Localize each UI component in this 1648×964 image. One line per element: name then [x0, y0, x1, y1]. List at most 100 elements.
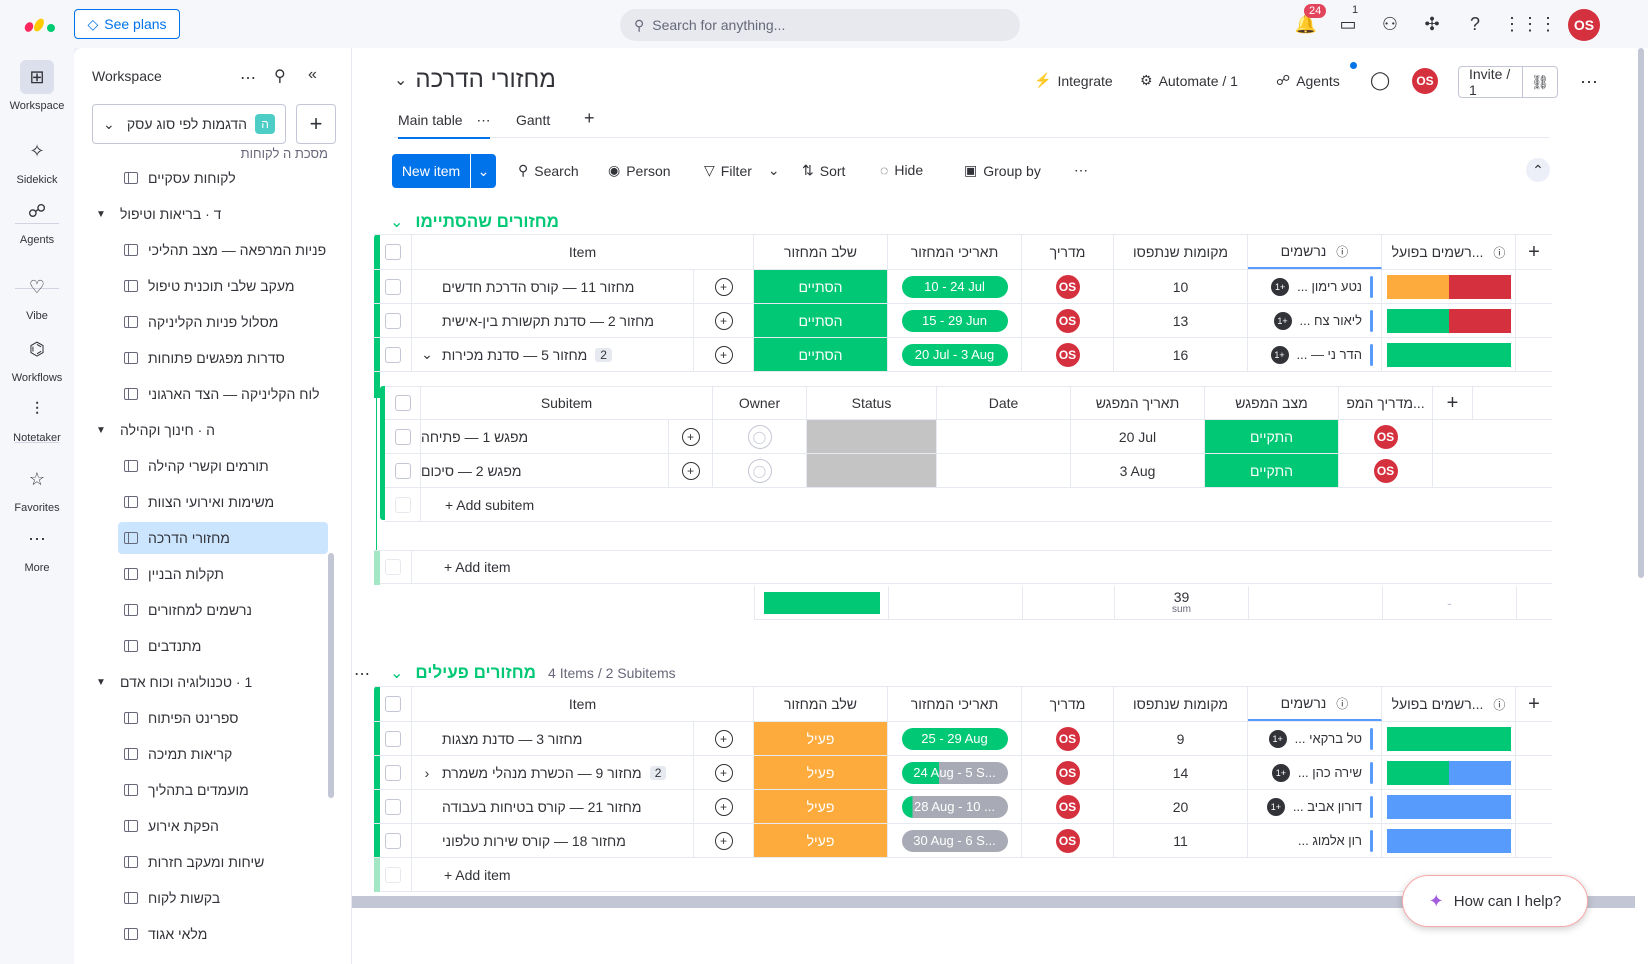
- item-name[interactable]: מחזור 21 — קורס בטיחות בעבודה: [442, 799, 642, 815]
- tab-main-table[interactable]: Main table ⋯: [398, 112, 491, 139]
- column-header-seats[interactable]: מקומות שנתפסו: [1114, 687, 1248, 721]
- sort-button[interactable]: ⇅ Sort: [802, 162, 845, 179]
- empty-date-cell[interactable]: [937, 454, 1071, 487]
- actual-bar-cell[interactable]: [1382, 756, 1516, 789]
- sidebar-folder[interactable]: ▼ 1 · טכנולוגיה וכוח אדם: [96, 666, 326, 698]
- subitem-name-cell[interactable]: מפגש 2 — סיכום: [421, 454, 669, 487]
- timeline-cell[interactable]: 24 Aug - 5 S...: [888, 756, 1022, 789]
- checkbox[interactable]: [384, 346, 401, 363]
- copy-link-icon[interactable]: ⛓: [1523, 74, 1557, 91]
- monday-logo-icon[interactable]: [22, 12, 58, 36]
- group-by-button[interactable]: ▣ Group by: [964, 162, 1041, 179]
- meet-date-cell[interactable]: 20 Jul: [1071, 420, 1205, 453]
- sidebar-board-item[interactable]: מחזורי הדרכה: [118, 522, 328, 554]
- item-name[interactable]: מחזור 3 — סדנת מצגות: [442, 731, 582, 747]
- subitem-row[interactable]: מפגש 1 — פתיחה + ◯ 20 Jul התקיים OS: [385, 420, 1552, 454]
- more-count-badge[interactable]: +1: [1271, 277, 1290, 296]
- notifications-bell-icon[interactable]: 🔔 24: [1294, 4, 1327, 36]
- add-update-icon[interactable]: +: [714, 729, 733, 748]
- empty-cell[interactable]: [1516, 824, 1552, 857]
- empty-cell[interactable]: [1433, 420, 1473, 453]
- add-update-icon[interactable]: +: [681, 461, 700, 480]
- group-header-active[interactable]: ⌄ מחזורים פעילים 4 Items / 2 Subitems: [390, 663, 676, 683]
- item-name-cell[interactable]: מחזור 21 — קורס בטיחות בעבודה: [412, 790, 694, 823]
- seats-cell[interactable]: 20: [1114, 790, 1248, 823]
- rail-item-vibe[interactable]: ♡ Vibe: [0, 270, 74, 323]
- agents-button[interactable]: ☍ Agents: [1276, 72, 1340, 89]
- checkbox[interactable]: [384, 730, 401, 747]
- select-all-checkbox[interactable]: [374, 687, 412, 721]
- user-avatar[interactable]: OS: [1568, 9, 1600, 41]
- column-header-actual[interactable]: רשמים בפועל... ⓘ: [1382, 687, 1516, 721]
- stage-status-cell[interactable]: פעיל: [754, 756, 888, 789]
- column-header-item[interactable]: Item: [412, 235, 754, 269]
- timeline-pill[interactable]: 10 - 24 Jul: [901, 275, 1008, 298]
- sidebar-search-icon[interactable]: ⚲: [274, 66, 286, 86]
- sidebar-board-item[interactable]: ספרינט הפיתוח: [118, 702, 328, 734]
- new-item-chevron-icon[interactable]: ⌄: [470, 154, 496, 188]
- checkbox[interactable]: [394, 428, 411, 445]
- rail-item-workspace[interactable]: ⊞ Workspace: [0, 60, 74, 112]
- actual-bar-cell[interactable]: [1382, 338, 1516, 371]
- updates-cell[interactable]: +: [694, 790, 754, 823]
- add-item-row[interactable]: + Add item: [374, 858, 1552, 892]
- connected-item-tag[interactable]: דורון אביב ... +1: [1248, 795, 1381, 818]
- seats-cell[interactable]: 11: [1114, 824, 1248, 857]
- empty-cell[interactable]: [1516, 304, 1552, 337]
- add-item-button[interactable]: + Add item: [412, 551, 712, 583]
- integrate-button[interactable]: ⚡ Integrate: [1034, 72, 1113, 89]
- table-row[interactable]: ⌄ מחזור 5 — סדנת מכירות 2 + הסתיים 20 Jul - 3…: [374, 338, 1552, 372]
- sidebar-board-item[interactable]: נרשמים למחזורים: [118, 594, 328, 626]
- owner-cell[interactable]: ◯: [713, 420, 807, 453]
- more-count-badge[interactable]: +1: [1270, 345, 1289, 364]
- column-header-actual[interactable]: רשמים בפועל... ⓘ: [1382, 235, 1516, 269]
- checkbox[interactable]: [394, 395, 411, 411]
- updates-cell[interactable]: +: [694, 824, 754, 857]
- sidebar-board-item[interactable]: בקשות לקוח: [118, 882, 328, 914]
- add-update-icon[interactable]: +: [714, 763, 733, 782]
- item-name-cell[interactable]: ⌄ מחזור 5 — סדנת מכירות 2: [412, 338, 694, 371]
- invite-button[interactable]: Invite / 1 ⛓: [1458, 66, 1558, 98]
- seats-cell[interactable]: 10: [1114, 270, 1248, 303]
- comment-icon[interactable]: ◯: [1370, 70, 1390, 91]
- table-row[interactable]: מחזור 2 — סדנת תקשורת בין-אישית + הסתיים 15…: [374, 304, 1552, 338]
- checkbox[interactable]: [384, 312, 401, 329]
- column-header-subitem[interactable]: Subitem: [421, 387, 713, 419]
- sidebar-board-item[interactable]: קריאות תמיכה: [118, 738, 328, 770]
- help-icon[interactable]: ?: [1463, 12, 1487, 36]
- info-icon[interactable]: ⓘ: [1493, 244, 1505, 261]
- owner-cell[interactable]: ◯: [713, 454, 807, 487]
- chevron-down-icon[interactable]: ⌄: [420, 346, 434, 363]
- timeline-pill[interactable]: 24 Aug - 5 S...: [901, 761, 1008, 784]
- sidebar-folder[interactable]: ▼ ד · בריאות וטיפול: [96, 198, 326, 230]
- column-header-dates[interactable]: תאריכי המחזור: [888, 687, 1022, 721]
- see-plans-button[interactable]: ◇ See plans: [74, 9, 180, 39]
- table-row[interactable]: מחזור 18 — קורס שירות טלפוני + פעיל 30 Aug …: [374, 824, 1552, 858]
- meet-date-cell[interactable]: 3 Aug: [1071, 454, 1205, 487]
- instructor-cell[interactable]: OS: [1022, 304, 1114, 337]
- meet-instructor-cell[interactable]: OS: [1339, 420, 1433, 453]
- meet-state-cell[interactable]: התקיים: [1205, 420, 1339, 453]
- rail-item-notetaker[interactable]: ⫶ Notetaker: [0, 392, 74, 445]
- sidebar-board-item[interactable]: מתנדבים: [118, 630, 328, 662]
- subitem-checkbox-cell[interactable]: [385, 454, 421, 487]
- add-subitem-row[interactable]: + Add subitem: [385, 488, 1552, 522]
- row-checkbox-cell[interactable]: [374, 722, 412, 755]
- timeline-cell[interactable]: 15 - 29 Jun: [888, 304, 1022, 337]
- subitem-name-cell[interactable]: מפגש 1 — פתיחה: [421, 420, 669, 453]
- subitem-updates-cell[interactable]: +: [669, 454, 713, 487]
- group-header-done[interactable]: ⌄ מחזורים שהסתיימו: [390, 212, 559, 232]
- app-switcher-grid-icon[interactable]: ⋮⋮⋮: [1503, 12, 1557, 36]
- checkbox[interactable]: [384, 696, 401, 712]
- subitem-checkbox-cell[interactable]: [385, 488, 421, 521]
- registered-cell[interactable]: רון אלמוג ...: [1248, 824, 1382, 857]
- column-header-instructor[interactable]: מדריך: [1022, 235, 1114, 269]
- add-update-icon[interactable]: +: [714, 311, 733, 330]
- page-scrollbar[interactable]: [1635, 48, 1648, 964]
- automate-button[interactable]: ⚙ Automate / 1: [1140, 72, 1238, 89]
- checkbox[interactable]: [384, 244, 401, 260]
- rail-item-favorites[interactable]: ☆ Favorites: [0, 462, 74, 515]
- updates-cell[interactable]: +: [694, 270, 754, 303]
- tab-more-icon[interactable]: ⋯: [476, 112, 490, 128]
- stage-status-cell[interactable]: הסתיים: [754, 338, 888, 371]
